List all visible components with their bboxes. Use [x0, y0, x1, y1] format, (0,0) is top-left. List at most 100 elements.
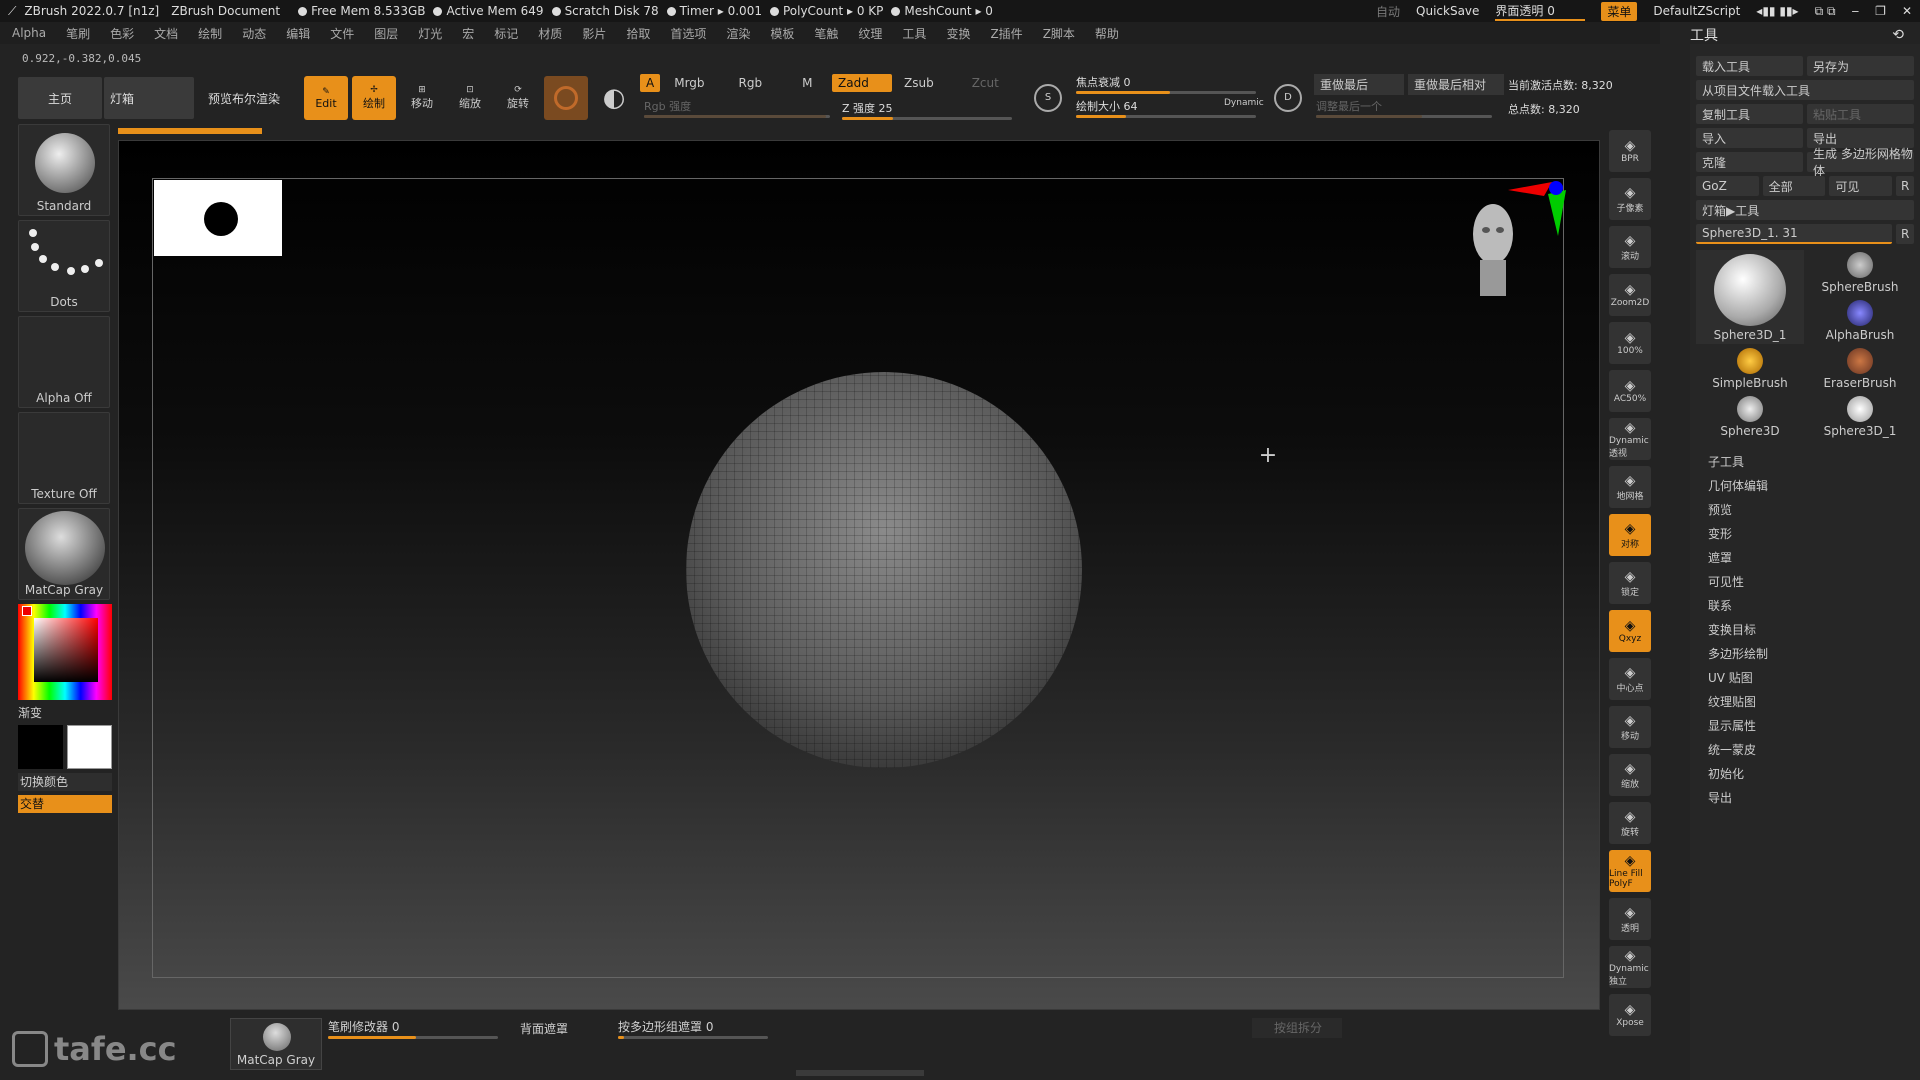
material-swatch-button[interactable] [544, 76, 588, 120]
lightbox-tab[interactable]: 灯箱 [104, 77, 194, 119]
mrgb-toggle[interactable]: Mrgb [668, 74, 710, 92]
home-tab[interactable]: 主页 [18, 77, 102, 119]
tool-thumbnail[interactable]: SimpleBrush [1696, 346, 1804, 392]
tool-action-button[interactable]: 载入工具 [1696, 56, 1803, 76]
shelf-button[interactable]: ◈ 滚动 [1609, 226, 1651, 268]
menu-item[interactable]: 帮助 [1095, 25, 1119, 42]
move-button[interactable]: ⊞ 移动 [400, 76, 444, 120]
menu-item[interactable]: 动态 [242, 25, 266, 42]
menu-item[interactable]: 图层 [374, 25, 398, 42]
tool-action-button[interactable]: 可见 [1829, 176, 1893, 196]
shelf-button[interactable]: ◈ BPR [1609, 130, 1651, 172]
menu-item[interactable]: 纹理 [858, 25, 882, 42]
bottom-material-selector[interactable]: MatCap Gray [230, 1018, 322, 1070]
menu-item[interactable]: 绘制 [198, 25, 222, 42]
tool-subpalette-item[interactable]: 统一蒙皮 [1708, 738, 1920, 762]
tool-thumbnail[interactable]: Sphere3D_1 [1696, 250, 1804, 344]
shelf-button[interactable]: ◈ 缩放 [1609, 754, 1651, 796]
menu-item[interactable]: 首选项 [670, 25, 706, 42]
rotate-button[interactable]: ⟳ 旋转 [496, 76, 540, 120]
restore-icon[interactable]: ❐ [1875, 4, 1886, 18]
zcut-toggle[interactable]: Zcut [966, 74, 1005, 92]
shelf-button[interactable]: ◈ 锁定 [1609, 562, 1651, 604]
shelf-button[interactable]: ◈ Dynamic 透视 [1609, 418, 1651, 460]
menu-item[interactable]: 标记 [494, 25, 518, 42]
z-intensity-slider[interactable] [842, 117, 1012, 120]
repeat-last-relative-button[interactable]: 重做最后相对 [1408, 74, 1504, 95]
shelf-button[interactable]: ◈ 透明 [1609, 898, 1651, 940]
shelf-button[interactable]: ◈ 100% [1609, 322, 1651, 364]
tool-subpalette-item[interactable]: 子工具 [1708, 450, 1920, 474]
shelf-button[interactable]: ◈ Line Fill PolyF [1609, 850, 1651, 892]
secondary-color-swatch[interactable] [67, 725, 112, 769]
lightbox-tool-button[interactable]: 灯箱▶工具 [1696, 200, 1914, 220]
tool-action-button[interactable]: 复制工具 [1696, 104, 1803, 124]
brush-selector[interactable]: Standard [18, 124, 110, 216]
tool-subpalette-item[interactable]: 几何体编辑 [1708, 474, 1920, 498]
draw-size-slider[interactable] [1076, 115, 1256, 118]
menu-button[interactable]: 菜单 [1601, 1, 1638, 21]
zadd-toggle[interactable]: Zadd [832, 74, 892, 92]
tool-subpalette-item[interactable]: 预览 [1708, 498, 1920, 522]
group-split-button[interactable]: 按组拆分 [1252, 1018, 1342, 1038]
preview-bool-render-tab[interactable]: 预览布尔渲染 [196, 77, 292, 119]
tool-subpalette-item[interactable]: 变形 [1708, 522, 1920, 546]
backface-mask-toggle[interactable]: 背面遮罩 [520, 1020, 568, 1037]
auto-label[interactable]: 自动 [1376, 3, 1400, 20]
menu-item[interactable]: 色彩 [110, 25, 134, 42]
tool-thumbnail[interactable]: Sphere3D [1696, 394, 1804, 440]
tool-action-button[interactable]: R [1896, 176, 1915, 196]
tool-action-button[interactable]: 导入 [1696, 128, 1803, 148]
menu-item[interactable]: 灯光 [418, 25, 442, 42]
stroke-selector[interactable]: Dots [18, 220, 110, 312]
layout-arrows-icon[interactable]: ◂▮▮ ▮▮▸ [1756, 4, 1798, 18]
shelf-button[interactable]: ◈ Xpose [1609, 994, 1651, 1036]
tool-subpalette-item[interactable]: 多边形绘制 [1708, 642, 1920, 666]
shelf-button[interactable]: ◈ Zoom2D [1609, 274, 1651, 316]
m-toggle[interactable]: M [796, 74, 818, 92]
shelf-button[interactable]: ◈ Qxyz [1609, 610, 1651, 652]
tool-action-button[interactable]: 全部 [1762, 176, 1826, 196]
shelf-button[interactable]: ◈ 地网格 [1609, 466, 1651, 508]
current-tool-slider[interactable]: Sphere3D_1. 31 [1696, 224, 1892, 244]
menu-item[interactable]: 变换 [946, 25, 970, 42]
sphere-mesh[interactable] [686, 372, 1082, 768]
color-square[interactable] [34, 618, 98, 682]
tool-subpalette-item[interactable]: UV 贴图 [1708, 666, 1920, 690]
tool-action-button[interactable]: 另存为 [1807, 56, 1914, 76]
tool-action-button[interactable]: 克隆 [1696, 152, 1803, 172]
shelf-button[interactable]: ◈ 旋转 [1609, 802, 1651, 844]
a-toggle[interactable]: A [640, 74, 661, 92]
bottom-collapse-handle[interactable] [796, 1070, 924, 1076]
shelf-button[interactable]: ◈ 对称 [1609, 514, 1651, 556]
tool-thumbnail[interactable]: EraserBrush [1806, 346, 1914, 392]
shelf-button[interactable]: ◈ 移动 [1609, 706, 1651, 748]
quicksave-button[interactable]: QuickSave [1416, 4, 1479, 18]
dynamic-toggle[interactable]: Dynamic [1224, 98, 1264, 108]
tool-action-button[interactable]: GoZ [1696, 176, 1759, 196]
tool-thumbnail[interactable]: AlphaBrush [1806, 298, 1914, 344]
edit-button[interactable]: ✎ Edit [304, 76, 348, 120]
shelf-button[interactable]: ◈ Dynamic 独立 [1609, 946, 1651, 988]
dynamic-size-icon[interactable]: D [1274, 84, 1302, 112]
switch-color-button[interactable]: 切换颜色 [18, 773, 112, 791]
texture-selector[interactable]: Texture Off [18, 412, 110, 504]
menu-item[interactable]: Alpha [12, 26, 46, 40]
tool-thumbnail[interactable]: Sphere3D_1 [1806, 394, 1914, 440]
menu-item[interactable]: Z脚本 [1043, 25, 1075, 42]
tool-action-button[interactable]: 粘贴工具 [1807, 104, 1914, 124]
menu-item[interactable]: 拾取 [626, 25, 650, 42]
tool-subpalette-item[interactable]: 遮罩 [1708, 546, 1920, 570]
window-layout-icon[interactable]: ⧉ ⧉ [1815, 4, 1836, 19]
tool-subpalette-item[interactable]: 联系 [1708, 594, 1920, 618]
close-icon[interactable]: ✕ [1902, 4, 1912, 18]
minimize-icon[interactable]: ‒ [1852, 4, 1860, 18]
menu-item[interactable]: 渲染 [726, 25, 750, 42]
ui-transparency-slider[interactable]: 界面透明 0 [1495, 2, 1586, 21]
menu-item[interactable]: 材质 [538, 25, 562, 42]
rgb-toggle[interactable]: Rgb [733, 74, 769, 92]
tool-subpalette-item[interactable]: 可见性 [1708, 570, 1920, 594]
tool-subpalette-item[interactable]: 导出 [1708, 786, 1920, 810]
shelf-button[interactable]: ◈ 中心点 [1609, 658, 1651, 700]
axis-gizmo-icon[interactable] [1508, 176, 1568, 240]
